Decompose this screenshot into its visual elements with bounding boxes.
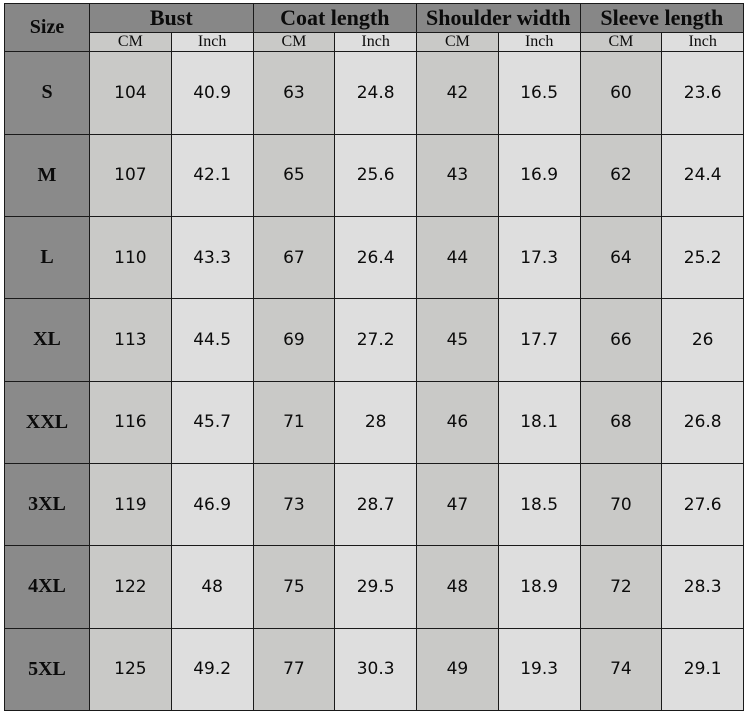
measurement-cell: 104	[89, 51, 172, 135]
table-row: M 107 42.1 65 25.6 43 16.9 62 24.4	[4, 133, 745, 217]
measurement-cell: 68	[579, 380, 663, 464]
size-label-cell: L	[4, 215, 90, 300]
table-row: 5XL 125 49.2 77 30.3 49 19.3 74 29.1	[4, 627, 745, 712]
measurement-cell: 23.6	[661, 51, 745, 135]
measurement-cell: 44	[416, 215, 499, 300]
header-unit-coat-length-cm: CM	[252, 32, 336, 53]
header-group-coat-length: Coat length	[252, 2, 418, 34]
measurement-cell: 110	[89, 215, 172, 300]
measurement-cell: 49.2	[170, 627, 254, 712]
measurement-cell: 74	[579, 627, 663, 712]
measurement-cell: 19.3	[497, 627, 581, 712]
size-label-cell: 3XL	[4, 462, 90, 547]
table-row: L 110 43.3 67 26.4 44 17.3 64 25.2	[4, 215, 745, 300]
measurement-cell: 43	[416, 133, 499, 217]
measurement-cell: 25.2	[661, 215, 745, 300]
measurement-cell: 60	[579, 51, 663, 135]
measurement-cell: 72	[579, 545, 663, 629]
size-label-cell: XXL	[4, 380, 90, 464]
table-row: S 104 40.9 63 24.8 42 16.5 60 23.6	[4, 51, 745, 135]
measurement-cell: 44.5	[170, 298, 254, 382]
measurement-cell: 46	[416, 380, 499, 464]
measurement-cell: 70	[579, 462, 663, 547]
header-group-shoulder-width: Shoulder width	[416, 2, 581, 34]
measurement-cell: 43.3	[170, 215, 254, 300]
measurement-cell: 71	[252, 380, 336, 464]
size-label-cell: 5XL	[4, 627, 90, 712]
header-group-sleeve-length: Sleeve length	[579, 2, 745, 34]
size-label-cell: S	[4, 51, 90, 135]
measurement-cell: 62	[579, 133, 663, 217]
measurement-cell: 63	[252, 51, 336, 135]
table-body: S 104 40.9 63 24.8 42 16.5 60 23.6 M 107 42.1 65 25.6…	[4, 51, 745, 712]
measurement-cell: 73	[252, 462, 336, 547]
header-unit-bust-inch: Inch	[170, 32, 254, 53]
table-row: XL 113 44.5 69 27.2 45 17.7 66 26	[4, 298, 745, 382]
measurement-cell: 18.1	[497, 380, 581, 464]
measurement-cell: 27.6	[661, 462, 745, 547]
table-row: 4XL 122 48 75 29.5 48 18.9 72 28.3	[4, 545, 745, 629]
header-unit-sleeve-length-cm: CM	[579, 32, 663, 53]
measurement-cell: 40.9	[170, 51, 254, 135]
size-chart-container: Size Bust Coat length Shoulder width Sle…	[0, 0, 747, 715]
group-header-row: Size Bust Coat length Shoulder width Sle…	[4, 2, 745, 53]
measurement-cell: 64	[579, 215, 663, 300]
measurement-cell: 29.1	[661, 627, 745, 712]
table-row: 3XL 119 46.9 73 28.7 47 18.5 70 27.6	[4, 462, 745, 547]
measurement-cell: 122	[89, 545, 172, 629]
measurement-cell: 18.9	[497, 545, 581, 629]
measurement-cell: 28.7	[334, 462, 418, 547]
table-header: Size Bust Coat length Shoulder width Sle…	[4, 2, 745, 53]
measurement-cell: 47	[416, 462, 499, 547]
measurement-cell: 29.5	[334, 545, 418, 629]
header-group-bust: Bust	[89, 2, 254, 34]
size-chart-table: Size Bust Coat length Shoulder width Sle…	[4, 2, 745, 712]
measurement-cell: 113	[89, 298, 172, 382]
measurement-cell: 65	[252, 133, 336, 217]
measurement-cell: 48	[416, 545, 499, 629]
measurement-cell: 69	[252, 298, 336, 382]
measurement-cell: 46.9	[170, 462, 254, 547]
measurement-cell: 26.4	[334, 215, 418, 300]
header-unit-coat-length-inch: Inch	[334, 32, 418, 53]
measurement-cell: 75	[252, 545, 336, 629]
measurement-cell: 45.7	[170, 380, 254, 464]
measurement-cell: 25.6	[334, 133, 418, 217]
measurement-cell: 28.3	[661, 545, 745, 629]
measurement-cell: 16.5	[497, 51, 581, 135]
header-size: Size	[4, 2, 90, 53]
size-label-cell: XL	[4, 298, 90, 382]
measurement-cell: 16.9	[497, 133, 581, 217]
measurement-cell: 24.8	[334, 51, 418, 135]
measurement-cell: 30.3	[334, 627, 418, 712]
measurement-cell: 42	[416, 51, 499, 135]
measurement-cell: 18.5	[497, 462, 581, 547]
measurement-cell: 49	[416, 627, 499, 712]
measurement-cell: 26.8	[661, 380, 745, 464]
measurement-cell: 28	[334, 380, 418, 464]
header-unit-sleeve-length-inch: Inch	[661, 32, 745, 53]
header-unit-bust-cm: CM	[89, 32, 172, 53]
unit-header-row: CM Inch CM Inch CM Inch CM Inch	[5, 32, 745, 53]
header-unit-shoulder-width-inch: Inch	[497, 32, 581, 53]
measurement-cell: 26	[661, 298, 745, 382]
header-unit-shoulder-width-cm: CM	[416, 32, 499, 53]
measurement-cell: 17.7	[497, 298, 581, 382]
measurement-cell: 48	[170, 545, 254, 629]
measurement-cell: 77	[252, 627, 336, 712]
size-label-cell: M	[4, 133, 90, 217]
measurement-cell: 116	[89, 380, 172, 464]
measurement-cell: 45	[416, 298, 499, 382]
table-row: XXL 116 45.7 71 28 46 18.1 68 26.8	[4, 380, 745, 464]
measurement-cell: 107	[89, 133, 172, 217]
measurement-cell: 42.1	[170, 133, 254, 217]
measurement-cell: 27.2	[334, 298, 418, 382]
measurement-cell: 66	[579, 298, 663, 382]
measurement-cell: 125	[89, 627, 172, 712]
size-label-cell: 4XL	[4, 545, 90, 629]
measurement-cell: 24.4	[661, 133, 745, 217]
measurement-cell: 119	[89, 462, 172, 547]
measurement-cell: 17.3	[497, 215, 581, 300]
measurement-cell: 67	[252, 215, 336, 300]
